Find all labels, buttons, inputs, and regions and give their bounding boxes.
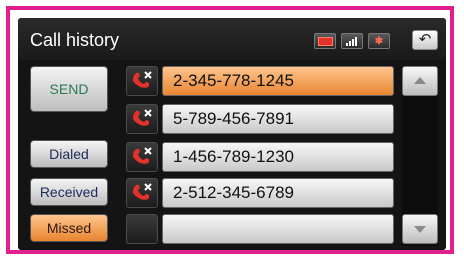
missed-button[interactable]: Missed <box>30 214 108 242</box>
call-list-item[interactable]: 2-345-778-1245 <box>162 66 394 96</box>
chevron-up-icon <box>414 77 426 84</box>
status-icons: ✱ <box>314 33 390 49</box>
send-button[interactable]: SEND <box>30 66 108 112</box>
received-button[interactable]: Received <box>30 178 108 206</box>
scroll-down-button[interactable] <box>402 214 438 244</box>
missed-call-icon <box>126 142 158 172</box>
bluetooth-icon: ✱ <box>368 33 390 49</box>
missed-call-icon <box>126 178 158 208</box>
call-row-icon-slot <box>126 214 158 244</box>
missed-call-icon <box>126 66 158 96</box>
page-title: Call history <box>30 30 120 50</box>
call-list-item-empty[interactable] <box>162 214 394 244</box>
scroll-up-button[interactable] <box>402 66 438 96</box>
call-list-item[interactable]: 5-789-456-7891 <box>162 104 394 134</box>
call-list-item[interactable]: 2-512-345-6789 <box>162 178 394 208</box>
signal-icon <box>341 33 363 49</box>
title-bar: Call history ✱ ↶ <box>18 18 446 60</box>
dialed-button[interactable]: Dialed <box>30 140 108 168</box>
call-list-item[interactable]: 1-456-789-1230 <box>162 142 394 172</box>
chevron-down-icon <box>414 226 426 233</box>
missed-call-icon <box>126 104 158 134</box>
battery-icon <box>314 33 336 49</box>
call-history-screen: Call history ✱ ↶ SEND Dialed Received Mi… <box>18 18 446 250</box>
back-button[interactable]: ↶ <box>412 30 438 50</box>
